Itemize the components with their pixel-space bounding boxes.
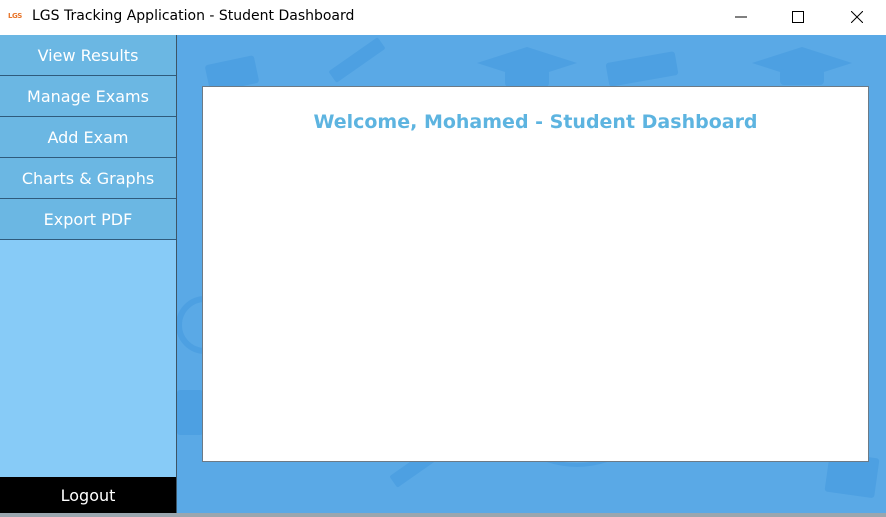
nav-add-exam-button[interactable]: Add Exam [0,117,176,158]
book-icon [605,51,679,87]
sidebar: View Results Manage Exams Add Exam Chart… [0,35,177,513]
pencil-icon [329,37,385,83]
close-icon [851,11,863,23]
nav-view-results-button[interactable]: View Results [0,35,176,76]
nav-charts-graphs-button[interactable]: Charts & Graphs [0,158,176,199]
window-title: LGS Tracking Application - Student Dashb… [32,8,355,24]
graduation-cap-icon [752,47,852,85]
nav-manage-exams-button[interactable]: Manage Exams [0,76,176,117]
minimize-button[interactable] [718,0,764,34]
close-button[interactable] [834,0,880,34]
content-panel: Welcome, Mohamed - Student Dashboard [202,86,869,462]
title-bar: LGS LGS Tracking Application - Student D… [0,0,886,34]
app-logo: LGS [8,12,22,20]
graduation-cap-icon [477,47,577,87]
minimize-icon [735,16,747,18]
taskbar-strip [0,513,886,517]
maximize-icon [792,11,804,23]
welcome-heading: Welcome, Mohamed - Student Dashboard [313,111,758,133]
logout-button[interactable]: Logout [0,477,176,513]
nav-export-pdf-button[interactable]: Export PDF [0,199,176,240]
maximize-button[interactable] [775,0,821,34]
